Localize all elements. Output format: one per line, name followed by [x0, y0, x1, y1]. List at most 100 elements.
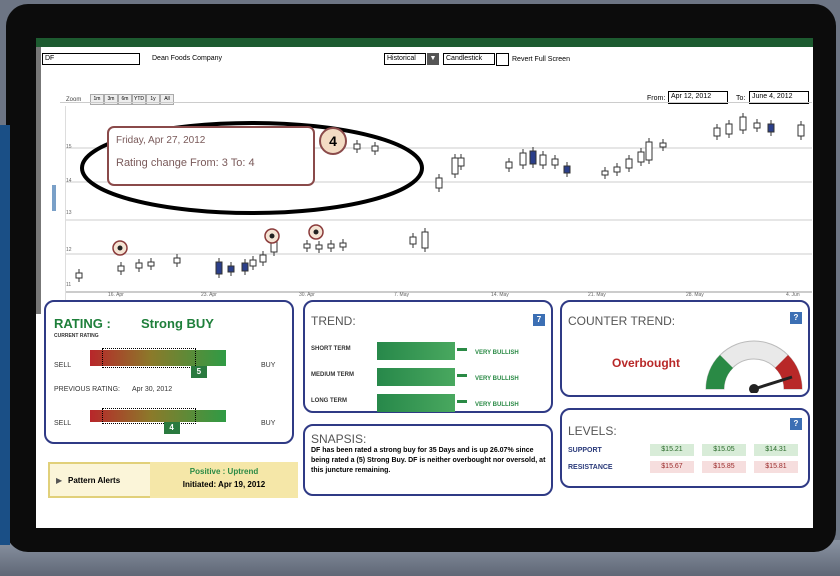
candle-body: [753, 122, 761, 129]
tooltip-date: Friday, Apr 27, 2012: [116, 135, 206, 146]
side-accent: [0, 125, 10, 545]
candle-body: [767, 123, 775, 133]
candle-body: [457, 157, 465, 167]
rating-tooltip: Friday, Apr 27, 2012 Rating change From:…: [107, 126, 315, 186]
support-level: $15.21: [650, 444, 694, 456]
candle-body: [227, 265, 235, 273]
rating-change-marker-dot: [269, 233, 275, 239]
bull-icon: ▬: [457, 343, 467, 354]
candle-body: [519, 152, 527, 166]
previous-rating-label: PREVIOUS RATING:: [54, 386, 120, 393]
candle-body: [505, 161, 513, 169]
candle-body: [563, 165, 571, 174]
candle-body: [371, 145, 379, 152]
candle-body: [725, 123, 733, 135]
bull-icon: ▬: [457, 369, 467, 380]
candle-body: [303, 243, 311, 249]
snapsis-panel: SNAPSIS: DF has been rated a strong buy …: [303, 424, 553, 496]
trend-row-label: LONG TERM: [311, 398, 347, 404]
trend-strength-bar: [377, 342, 455, 360]
candle-body: [409, 236, 417, 245]
counter-trend-status: Overbought: [612, 356, 680, 370]
trend-row-value: VERY BULLISH: [475, 376, 519, 382]
x-tick-label: 7. May: [394, 292, 410, 298]
candle-body: [739, 116, 747, 131]
x-tick-label: 14. May: [491, 292, 509, 298]
candle-body: [645, 141, 653, 161]
trend-panel: TREND: 7 SHORT TERM ▬ VERY BULLISH MEDIUM T…: [303, 300, 553, 413]
y-tick-label: 12: [66, 247, 72, 253]
candle-body: [353, 143, 361, 150]
resistance-level: $15.81: [754, 461, 798, 473]
play-icon[interactable]: ▶: [56, 476, 62, 485]
current-rating-label: CURRENT RATING: [54, 333, 99, 339]
support-level: $15.05: [702, 444, 746, 456]
pattern-initiated: Initiated: Apr 19, 2012: [182, 480, 266, 489]
bull-icon: ▬: [457, 395, 467, 406]
candle-body: [241, 262, 249, 272]
rating-change-marker-dot: [117, 245, 123, 251]
y-tick-label: 11: [66, 282, 72, 288]
levels-help-icon[interactable]: ?: [790, 418, 802, 430]
y-tick-label: 14: [66, 178, 72, 184]
candle-body: [117, 265, 125, 272]
counter-trend-panel: COUNTER TREND: ? Overbought: [560, 300, 810, 397]
snapsis-text: DF has been rated a strong buy for 35 Da…: [311, 447, 546, 474]
rating-change-marker-dot: [313, 229, 319, 235]
x-tick-label: 4. Jun: [786, 292, 800, 298]
pattern-alerts-panel: ▶ Pattern Alerts Positive : Uptrend Init…: [48, 462, 298, 498]
candle-body: [625, 158, 633, 169]
overbought-gauge-icon: [705, 340, 803, 393]
candle-body: [539, 154, 547, 166]
trend-badge[interactable]: 7: [533, 314, 545, 326]
previous-rating-range: [102, 408, 196, 424]
x-tick-label: 23. Apr: [201, 292, 217, 298]
counter-trend-help-icon[interactable]: ?: [790, 312, 802, 324]
pattern-status: Positive : Uptrend: [189, 467, 259, 476]
x-tick-label: 16. Apr: [108, 292, 124, 298]
candle-body: [75, 272, 83, 279]
candle-body: [529, 150, 537, 165]
trend-row-value: VERY BULLISH: [475, 402, 519, 408]
candle-body: [435, 177, 443, 189]
candle-body: [249, 259, 257, 267]
trend-row-label: MEDIUM TERM: [311, 372, 354, 378]
candle-body: [147, 261, 155, 267]
candle-body: [259, 254, 267, 263]
x-tick-label: 21. May: [588, 292, 606, 298]
candle-body: [797, 124, 805, 137]
candle-body: [215, 261, 223, 275]
candle-body: [713, 127, 721, 137]
x-tick-label: 28. May: [686, 292, 704, 298]
candle-body: [339, 242, 347, 248]
rating-markers: [112, 224, 324, 256]
trend-strength-bar: [377, 368, 455, 386]
candle-body: [659, 142, 667, 148]
support-level: $14.31: [754, 444, 798, 456]
candle-body: [451, 157, 459, 175]
rating-title: RATING :: [54, 316, 111, 331]
snapsis-title: SNAPSIS:: [311, 432, 367, 446]
candle-body: [613, 166, 621, 173]
trend-title: TREND:: [311, 314, 356, 328]
current-rating-range: [102, 348, 196, 368]
candle-body: [327, 243, 335, 249]
tooltip-text: Rating change From: 3 To: 4: [116, 157, 255, 169]
pattern-alerts-button[interactable]: Pattern Alerts: [68, 476, 120, 485]
trend-row-label: SHORT TERM: [311, 346, 351, 352]
rating-callout-badge[interactable]: 4: [319, 127, 347, 155]
previous-sell-label: SELL: [54, 420, 72, 427]
y-tick-label: 15: [66, 144, 72, 150]
candle-body: [421, 231, 429, 249]
candle-body: [551, 158, 559, 166]
support-label: SUPPORT: [568, 447, 602, 454]
rating-value: Strong BUY: [141, 316, 214, 331]
candle-body: [173, 257, 181, 264]
resistance-level: $15.67: [650, 461, 694, 473]
resistance-label: RESISTANCE: [568, 464, 613, 471]
x-tick-label: 30. Apr: [299, 292, 315, 298]
rating-panel: RATING : Strong BUY CURRENT RATING SELL …: [44, 300, 294, 444]
levels-panel: LEVELS: ? SUPPORT RESISTANCE $15.21 $15.0…: [560, 408, 810, 488]
candle-body: [637, 151, 645, 163]
previous-rating-date: Apr 30, 2012: [132, 386, 173, 393]
